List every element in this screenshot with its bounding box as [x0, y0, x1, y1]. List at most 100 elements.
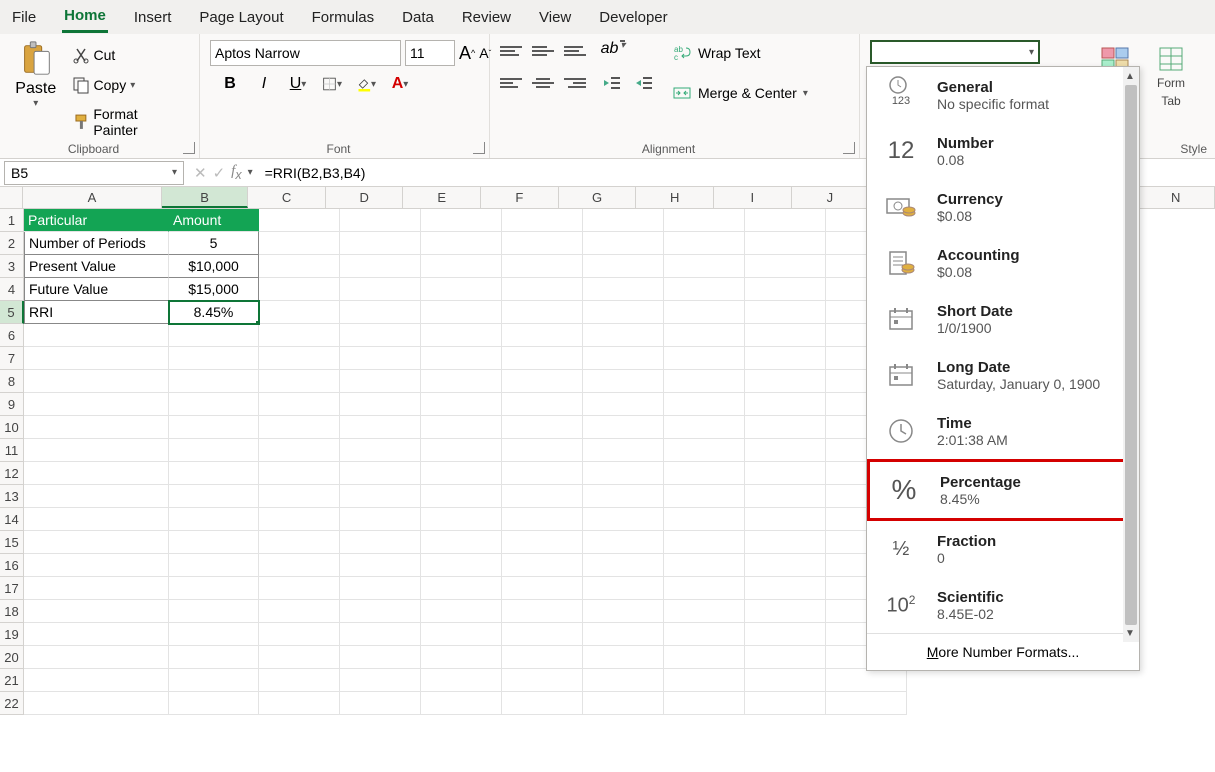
cell-blank[interactable] [745, 416, 826, 439]
cell-blank[interactable] [421, 301, 502, 324]
format-painter-button[interactable]: Format Painter [68, 100, 189, 144]
cell-b1[interactable]: Amount [169, 209, 259, 232]
col-header-a[interactable]: A [23, 187, 162, 208]
cell-blank[interactable] [259, 462, 340, 485]
cell-blank[interactable] [664, 278, 745, 301]
cell-a3[interactable]: Present Value [24, 255, 169, 278]
cell-b17[interactable] [169, 577, 259, 600]
cell-blank[interactable] [745, 508, 826, 531]
cell-blank[interactable] [502, 393, 583, 416]
cell-blank[interactable] [745, 439, 826, 462]
cell-blank[interactable] [502, 485, 583, 508]
cell-a12[interactable] [24, 462, 169, 485]
number-format-scientific[interactable]: 102 Scientific 8.45E-02 [867, 577, 1139, 633]
col-header-b[interactable]: B [162, 187, 248, 208]
cell-b20[interactable] [169, 646, 259, 669]
cell-blank[interactable] [745, 554, 826, 577]
cell-b5[interactable]: 8.45% [169, 301, 259, 324]
cell-blank[interactable] [421, 600, 502, 623]
cell-blank[interactable] [583, 531, 664, 554]
cell-blank[interactable] [664, 347, 745, 370]
number-format-percentage[interactable]: % Percentage 8.45% [867, 459, 1139, 521]
scroll-thumb[interactable] [1125, 85, 1137, 625]
cell-blank[interactable] [502, 347, 583, 370]
cell-b6[interactable] [169, 324, 259, 347]
paste-button[interactable]: Paste ▾ [10, 40, 62, 144]
cell-blank[interactable] [340, 209, 421, 232]
cell-b9[interactable] [169, 393, 259, 416]
menu-home[interactable]: Home [62, 1, 108, 33]
cell-a1[interactable]: Particular [24, 209, 169, 232]
scroll-up-icon[interactable]: ▲ [1125, 71, 1135, 81]
cell-blank[interactable] [340, 554, 421, 577]
cell-blank[interactable] [502, 439, 583, 462]
cell-blank[interactable] [745, 577, 826, 600]
cell-blank[interactable] [583, 416, 664, 439]
cell-a2[interactable]: Number of Periods [24, 232, 169, 255]
cell-blank[interactable] [259, 669, 340, 692]
cell-blank[interactable] [745, 462, 826, 485]
number-format-currency[interactable]: Currency $0.08 [867, 179, 1139, 235]
cell-b3[interactable]: $10,000 [169, 255, 259, 278]
cell-blank[interactable] [421, 508, 502, 531]
cell-blank[interactable] [745, 232, 826, 255]
menu-formulas[interactable]: Formulas [310, 3, 377, 32]
cell-b13[interactable] [169, 485, 259, 508]
col-header-i[interactable]: I [714, 187, 792, 208]
cell-a15[interactable] [24, 531, 169, 554]
align-top-button[interactable] [500, 40, 522, 62]
cell-blank[interactable] [583, 623, 664, 646]
col-header-e[interactable]: E [403, 187, 481, 208]
cell-blank[interactable] [583, 393, 664, 416]
number-format-accounting[interactable]: Accounting $0.08 [867, 235, 1139, 291]
font-name-select[interactable] [210, 40, 401, 66]
cell-blank[interactable] [340, 508, 421, 531]
clipboard-dialog-launcher[interactable] [183, 142, 195, 154]
cell-blank[interactable] [502, 255, 583, 278]
cell-blank[interactable] [664, 209, 745, 232]
cell-blank[interactable] [664, 370, 745, 393]
number-format-time[interactable]: Time 2:01:38 AM [867, 403, 1139, 459]
cell-blank[interactable] [502, 508, 583, 531]
cell-blank[interactable] [502, 623, 583, 646]
cell-blank[interactable] [502, 301, 583, 324]
fx-icon[interactable]: fx [231, 163, 241, 182]
cell-blank[interactable] [664, 439, 745, 462]
cell-blank[interactable] [583, 232, 664, 255]
cell-blank[interactable] [826, 669, 907, 692]
cancel-formula-icon[interactable]: ✕ [194, 164, 207, 182]
col-header-h[interactable]: H [636, 187, 714, 208]
cell-blank[interactable] [502, 462, 583, 485]
menu-review[interactable]: Review [460, 3, 513, 32]
align-bottom-button[interactable] [564, 40, 586, 62]
row-header-4[interactable]: 4 [0, 278, 24, 301]
cell-blank[interactable] [340, 370, 421, 393]
cell-blank[interactable] [421, 485, 502, 508]
cell-blank[interactable] [745, 324, 826, 347]
cell-blank[interactable] [421, 692, 502, 715]
cell-blank[interactable] [745, 347, 826, 370]
cell-blank[interactable] [664, 646, 745, 669]
cell-blank[interactable] [259, 370, 340, 393]
cell-blank[interactable] [583, 370, 664, 393]
cell-blank[interactable] [664, 485, 745, 508]
row-header-16[interactable]: 16 [0, 554, 24, 577]
menu-view[interactable]: View [537, 3, 573, 32]
cell-blank[interactable] [583, 209, 664, 232]
cell-blank[interactable] [502, 209, 583, 232]
cell-blank[interactable] [745, 370, 826, 393]
row-header-20[interactable]: 20 [0, 646, 24, 669]
row-header-10[interactable]: 10 [0, 416, 24, 439]
cell-blank[interactable] [664, 531, 745, 554]
cell-a8[interactable] [24, 370, 169, 393]
cell-blank[interactable] [421, 646, 502, 669]
cell-blank[interactable] [583, 278, 664, 301]
copy-button[interactable]: Copy ▾ [68, 70, 189, 100]
cell-blank[interactable] [664, 692, 745, 715]
row-header-9[interactable]: 9 [0, 393, 24, 416]
cell-b7[interactable] [169, 347, 259, 370]
cell-blank[interactable] [340, 301, 421, 324]
cut-button[interactable]: Cut [68, 40, 189, 70]
cell-b12[interactable] [169, 462, 259, 485]
fill-color-button[interactable]: ▾ [356, 74, 376, 94]
